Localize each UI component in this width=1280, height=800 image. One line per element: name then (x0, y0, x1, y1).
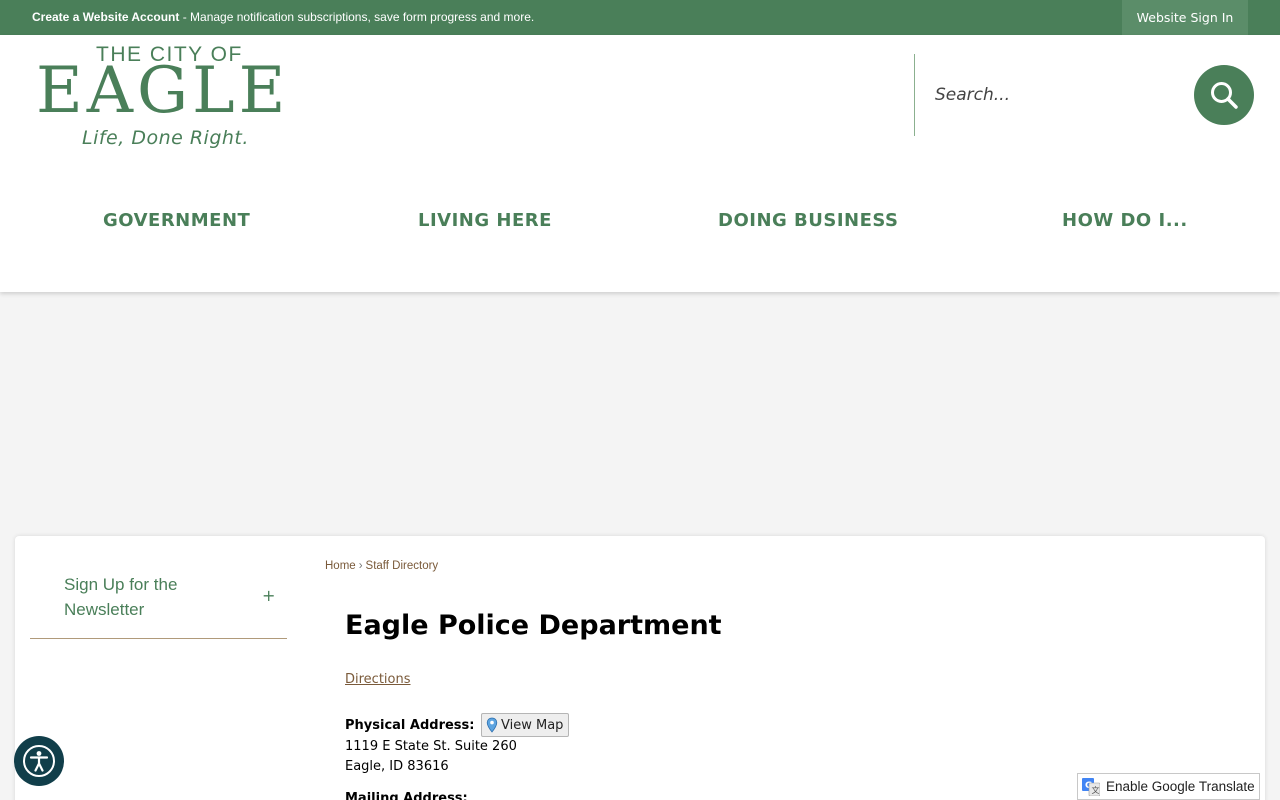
expand-plus-icon[interactable]: + (262, 586, 275, 605)
breadcrumb-staff-directory[interactable]: Staff Directory (366, 560, 439, 572)
content-card: Sign Up for the Newsletter + Home › Staff … (15, 536, 1265, 800)
breadcrumb-home[interactable]: Home (325, 560, 356, 572)
site-header: THE CITY OF EAGLE Life, Done Right. GOVE… (0, 35, 1280, 292)
breadcrumb: Home › Staff Directory (325, 560, 438, 572)
accessibility-button[interactable] (14, 736, 64, 786)
view-map-button[interactable]: View Map (481, 713, 570, 737)
account-message: Create a Website Account - Manage notifi… (32, 10, 534, 24)
accessibility-icon (23, 745, 55, 777)
translate-label: Enable Google Translate (1106, 779, 1255, 794)
nav-government[interactable]: GOVERNMENT (103, 210, 250, 231)
breadcrumb-separator: › (358, 560, 363, 572)
search-icon (1211, 82, 1238, 109)
create-account-link[interactable]: Create a Website Account (32, 10, 179, 24)
search-button[interactable] (1194, 65, 1254, 125)
website-sign-in-button[interactable]: Website Sign In (1122, 0, 1248, 35)
nav-doing-business[interactable]: DOING BUSINESS (718, 210, 899, 231)
sidebar-item-newsletter[interactable]: Sign Up for the Newsletter + (30, 560, 287, 639)
logo-line-2: EAGLE (36, 54, 290, 128)
logo-tagline: Life, Done Right. (82, 127, 249, 149)
physical-address-label: Physical Address: (345, 718, 475, 733)
mailing-address-label: Mailing Address: (345, 791, 468, 800)
address-line-1: 1119 E State St. Suite 260 (345, 739, 517, 754)
account-message-text: - Manage notification subscriptions, sav… (179, 10, 535, 24)
directions-link[interactable]: Directions (345, 672, 411, 687)
nav-how-do-i[interactable]: HOW DO I... (1062, 210, 1188, 231)
page-title: Eagle Police Department (345, 610, 722, 641)
address-line-2: Eagle, ID 83616 (345, 759, 449, 774)
google-translate-button[interactable]: G 文 Enable Google Translate (1077, 773, 1260, 800)
nav-living-here[interactable]: LIVING HERE (418, 210, 552, 231)
city-logo[interactable]: THE CITY OF EAGLE Life, Done Right. (32, 43, 302, 158)
google-translate-icon: G 文 (1082, 777, 1100, 796)
svg-text:文: 文 (1092, 785, 1100, 795)
main-navigation: GOVERNMENT LIVING HERE DOING BUSINESS HO… (0, 210, 1280, 246)
sidebar-item-label: Sign Up for the Newsletter (64, 575, 178, 619)
top-utility-bar: Create a Website Account - Manage notifi… (0, 0, 1280, 35)
search-input[interactable] (935, 80, 1175, 110)
search-box (914, 54, 1196, 136)
view-map-label: View Map (501, 717, 564, 733)
map-pin-icon (486, 717, 498, 733)
